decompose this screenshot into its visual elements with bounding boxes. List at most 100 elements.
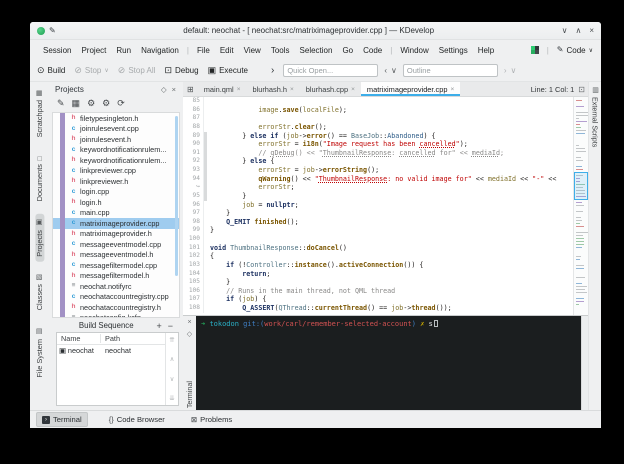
execute-button[interactable]: ▣Execute: [208, 66, 248, 75]
tree-item[interactable]: hlogin.h: [53, 197, 179, 208]
tree-item[interactable]: cmain.cpp: [53, 208, 179, 219]
code-line[interactable]: 95 }: [183, 192, 573, 201]
tree-item[interactable]: hkeywordnotificationrulem...: [53, 155, 179, 166]
menu-item-settings[interactable]: Settings: [434, 44, 473, 57]
configure-icon[interactable]: ⚙: [87, 98, 95, 109]
add-target-button[interactable]: +: [153, 321, 164, 331]
code-line[interactable]: 104 return;: [183, 270, 573, 279]
build-target-icon[interactable]: ▦: [72, 98, 81, 109]
code-line[interactable]: 98 Q_EMIT finished();: [183, 218, 573, 227]
menu-item-run[interactable]: Run: [111, 44, 136, 57]
editor-tab-blurhash-h[interactable]: blurhash.h×: [246, 82, 299, 96]
remove-target-button[interactable]: −: [165, 321, 176, 331]
code-line[interactable]: 108 Q_ASSERT(QThread::currentThread() ==…: [183, 304, 573, 313]
tree-item[interactable]: hneochataccountregistry.h: [53, 302, 179, 313]
code-line[interactable]: 101void ThumbnailResponse::doCancel(): [183, 244, 573, 253]
build-sequence-table[interactable]: NamePath▣neochatneochat: [57, 333, 165, 405]
code-line[interactable]: 89 } else if (job->error() == BaseJob::A…: [183, 132, 573, 141]
titlebar[interactable]: ✎ default: neochat - [ neochat:src/matri…: [30, 22, 601, 40]
code-line[interactable]: 102{: [183, 252, 573, 261]
debug-button[interactable]: ⊡Debug: [164, 66, 198, 75]
code-line[interactable]: 103 if (!Controller::instance().activeCo…: [183, 261, 573, 270]
close-icon[interactable]: ×: [589, 26, 594, 35]
sidebar-tab-projects[interactable]: Projects▣: [35, 214, 44, 262]
stop-button[interactable]: ⊘Stop∨: [74, 66, 108, 75]
code-line[interactable]: 90 errorStr = i18n("Image request has be…: [183, 140, 573, 149]
menu-item-navigation[interactable]: Navigation: [136, 44, 184, 57]
code-line[interactable]: 107 if (job) {: [183, 295, 573, 304]
code-line[interactable]: 85: [183, 97, 573, 106]
statusbar-item-terminal[interactable]: ›Terminal: [36, 412, 88, 427]
outline-nav[interactable]: ›∨: [504, 66, 517, 75]
menu-item-help[interactable]: Help: [473, 44, 499, 57]
tree-item[interactable]: ≡neochat.notifyrc: [53, 281, 179, 292]
code-line[interactable]: 97 }: [183, 209, 573, 218]
tree-item[interactable]: hjoinrulesevent.h: [53, 134, 179, 145]
tree-scrollbar[interactable]: [175, 116, 178, 276]
configure-add-icon[interactable]: ⚙: [102, 98, 110, 109]
move-up-button[interactable]: ∧: [170, 355, 175, 363]
close-toolview-icon[interactable]: ×: [187, 319, 191, 326]
menu-item-edit[interactable]: Edit: [215, 44, 239, 57]
minimap-viewport[interactable]: [574, 172, 588, 200]
tree-item[interactable]: cmessagefiltermodel.cpp: [53, 260, 179, 271]
code-line[interactable]: 94 qWarning() << "ThumbnailResponse: no …: [183, 175, 573, 184]
quick-open-nav[interactable]: ‹∨: [384, 66, 397, 75]
close-tab-icon[interactable]: ×: [290, 86, 294, 93]
stop-all-button[interactable]: ⊘Stop All: [118, 66, 156, 75]
tree-item[interactable]: hlinkpreviewer.h: [53, 176, 179, 187]
code-line[interactable]: 91 // qDebug() << "ThumbnailResponse: ca…: [183, 149, 573, 158]
build-sequence-row[interactable]: ▣neochatneochat: [57, 345, 165, 356]
tree-item[interactable]: hmatriximageprovider.h: [53, 229, 179, 240]
code-line[interactable]: 86 image.save(localFile);: [183, 106, 573, 115]
quick-open-input[interactable]: [283, 64, 378, 77]
code-line[interactable]: 106 // Runs in the main thread, not QML …: [183, 287, 573, 296]
code-line[interactable]: 100: [183, 235, 573, 244]
terminal-screen[interactable]: ➜ tokodon git:(work/carl/remember-select…: [196, 316, 581, 410]
menu-item-session[interactable]: Session: [38, 44, 76, 57]
menu-item-tools[interactable]: Tools: [266, 44, 295, 57]
code-line[interactable]: ↪ errorStr;: [183, 183, 573, 192]
statusbar-item-code-browser[interactable]: {}Code Browser: [104, 413, 170, 426]
close-tab-icon[interactable]: ×: [237, 86, 241, 93]
menu-item-selection[interactable]: Selection: [295, 44, 338, 57]
tree-item[interactable]: clinkpreviewer.cpp: [53, 166, 179, 177]
sidebar-tab-documents[interactable]: Documents□: [35, 149, 44, 206]
sidebar-tab-classes[interactable]: Classes▧: [35, 268, 44, 315]
float-panel-icon[interactable]: ◇: [161, 85, 167, 94]
close-tab-icon[interactable]: ×: [351, 86, 355, 93]
tree-item[interactable]: hmessagefiltermodel.h: [53, 271, 179, 282]
move-down-button[interactable]: ∨: [170, 375, 175, 383]
build-button[interactable]: ⊙Build: [37, 66, 65, 75]
minimize-icon[interactable]: ∨: [562, 26, 568, 35]
editor-tab-blurhash-cpp[interactable]: blurhash.cpp×: [300, 82, 361, 96]
sidebar-tab-file-system[interactable]: File System▤: [35, 323, 44, 383]
editor-tab-main-qml[interactable]: main.qml×: [198, 82, 247, 96]
back-icon[interactable]: ‹: [384, 66, 387, 75]
menu-item-file[interactable]: File: [192, 44, 215, 57]
maximize-icon[interactable]: ∧: [575, 26, 581, 35]
reload-icon[interactable]: ⟳: [117, 98, 125, 109]
tree-item[interactable]: clogin.cpp: [53, 187, 179, 198]
code-line[interactable]: 93 errorStr = job->errorString();: [183, 166, 573, 175]
float-toolview-icon[interactable]: ◇: [187, 330, 192, 338]
document-switcher-icon[interactable]: ⊞: [183, 85, 198, 94]
code-editor[interactable]: 8586 image.save(localFile);8788 errorStr…: [183, 97, 573, 315]
code-line[interactable]: 96 job = nullptr;: [183, 201, 573, 210]
forward-icon[interactable]: ›: [504, 66, 507, 75]
tree-item[interactable]: cneochataccountregistry.cpp: [53, 292, 179, 303]
editor-corner-icon[interactable]: ⊡: [578, 85, 585, 94]
outline-input[interactable]: [403, 64, 498, 77]
menu-item-code[interactable]: Code: [358, 44, 387, 57]
code-line[interactable]: 99}: [183, 226, 573, 235]
sidebar-tab-scratchpad[interactable]: Scratchpad▦: [35, 84, 44, 142]
editor-tab-matriximageprovider-cpp[interactable]: matriximageprovider.cpp×: [361, 82, 460, 96]
menu-item-go[interactable]: Go: [337, 44, 358, 57]
move-bottom-button[interactable]: ⇊: [169, 394, 174, 402]
tree-item[interactable]: cmessageeventmodel.cpp: [53, 239, 179, 250]
statusbar-item-problems[interactable]: ⊠Problems: [186, 413, 237, 426]
chevron-down-icon[interactable]: ∨: [511, 66, 517, 75]
project-file-tree[interactable]: hfiletypesingleton.hcjoinrulesevent.cpph…: [52, 112, 180, 318]
terminal-vertical-tab[interactable]: Terminal: [185, 380, 194, 408]
move-top-button[interactable]: ⇈: [169, 336, 174, 344]
